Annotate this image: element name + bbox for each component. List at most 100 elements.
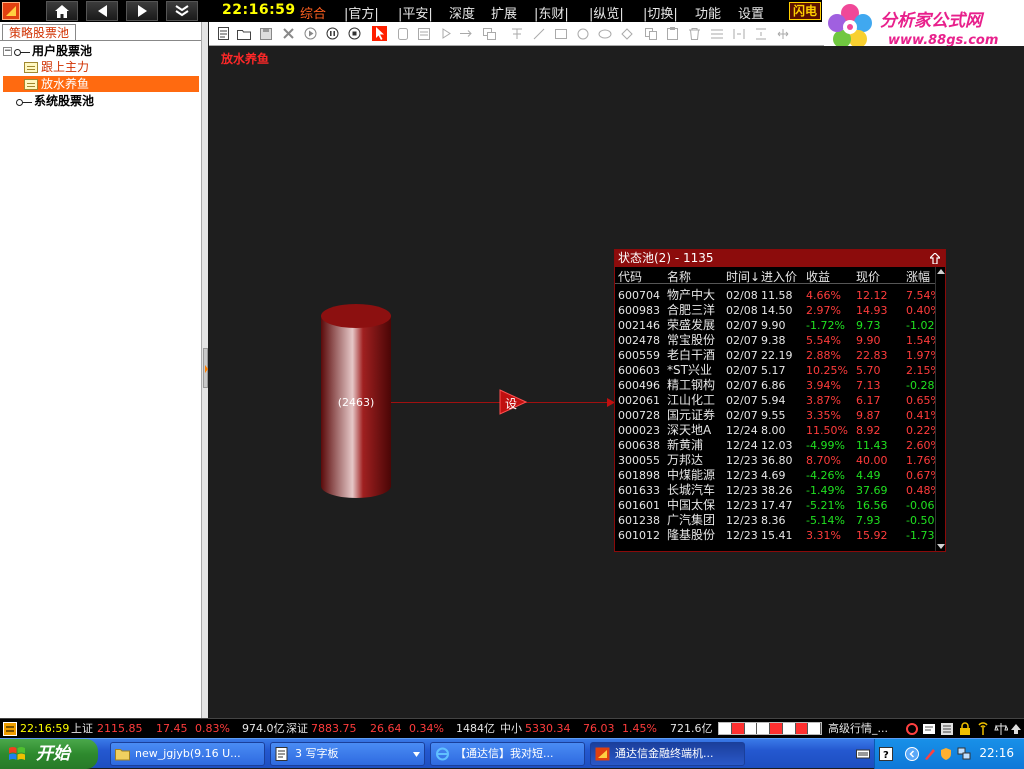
scroll-up-icon[interactable]: [937, 269, 945, 274]
scale-icon[interactable]: [994, 722, 1008, 736]
list-node-tool[interactable]: [416, 26, 431, 41]
refresh-icon[interactable]: [905, 722, 919, 736]
table-row[interactable]: 601012 隆基股份 12/2315.41 3.31% 15.92 -1.73%: [615, 528, 935, 543]
tree-item-user-pool[interactable]: − 用户股票池: [3, 43, 92, 59]
back-button[interactable]: [86, 1, 118, 21]
lock-icon[interactable]: [958, 722, 972, 736]
tab-strategy-pool[interactable]: 策略股票池: [2, 24, 77, 41]
app-icon[interactable]: [2, 2, 20, 20]
select-tool[interactable]: [372, 26, 387, 41]
message-icon[interactable]: [922, 722, 936, 736]
tree-item-system-pool[interactable]: 系统股票池: [16, 93, 94, 109]
advanced-quote-status[interactable]: 高级行情_...: [828, 719, 888, 738]
scroll-down-icon[interactable]: [937, 544, 945, 549]
home-button[interactable]: [46, 1, 78, 21]
note-icon[interactable]: [940, 722, 954, 736]
table-row[interactable]: 600638 新黄浦 12/2412.03 -4.99% 11.43 2.60%: [615, 438, 935, 453]
task-folder-window[interactable]: new_jgjyb(9.16 U...: [110, 742, 265, 766]
menu-item-settings[interactable]: 设置: [738, 3, 764, 22]
table-row[interactable]: 600496 精工钢构 02/076.86 3.94% 7.13 -0.28%: [615, 378, 935, 393]
table-row[interactable]: 002478 常宝股份 02/079.38 5.54% 9.90 1.54%: [615, 333, 935, 348]
antenna-icon[interactable]: [976, 722, 990, 736]
pause-tool[interactable]: [325, 26, 340, 41]
col-name[interactable]: 名称: [667, 268, 691, 285]
stop-tool[interactable]: [347, 26, 362, 41]
menu-item-dongcai[interactable]: |东财|: [534, 3, 569, 22]
table-row[interactable]: 600559 老白干酒 02/0722.19 2.88% 22.83 1.97%: [615, 348, 935, 363]
connector-tool[interactable]: [459, 26, 474, 41]
help-icon[interactable]: ?: [879, 747, 893, 761]
copy-tool[interactable]: [643, 26, 658, 41]
table-row[interactable]: 600704 物产中大 02/0811.58 4.66% 12.12 7.54%: [615, 288, 935, 303]
tree-item-follow-main[interactable]: 跟上主力: [24, 59, 89, 75]
play-tool[interactable]: [303, 26, 318, 41]
pool-scrollbar[interactable]: [935, 267, 945, 551]
forward-button[interactable]: [126, 1, 158, 21]
table-row[interactable]: 002146 荣盛发展 02/079.90 -1.72% 9.73 -1.02%: [615, 318, 935, 333]
task-tdx-browser[interactable]: 【通达信】我对短...: [430, 742, 585, 766]
rectangle-tool[interactable]: [553, 26, 568, 41]
tree-item-release-water[interactable]: 放水养鱼: [3, 76, 199, 92]
expand-button[interactable]: [166, 1, 198, 21]
shield-icon[interactable]: [939, 747, 953, 761]
resize-tool[interactable]: [775, 26, 790, 41]
table-row[interactable]: 601898 中煤能源 12/234.69 -4.26% 4.49 0.67%: [615, 468, 935, 483]
flash-button[interactable]: 闪电: [789, 2, 822, 20]
circle-tool[interactable]: [575, 26, 590, 41]
table-row[interactable]: 000728 国元证券 02/079.55 3.35% 9.87 0.41%: [615, 408, 935, 423]
pen-icon[interactable]: [923, 747, 937, 761]
menu-item-overview[interactable]: |纵览|: [589, 3, 624, 22]
trash-tool[interactable]: [687, 26, 702, 41]
table-row[interactable]: 600983 合肥三洋 02/0814.50 2.97% 14.93 0.40%: [615, 303, 935, 318]
splitter-grip[interactable]: [203, 348, 208, 388]
start-button[interactable]: 开始: [0, 739, 98, 769]
open-tool[interactable]: [236, 26, 251, 41]
rect-node-tool[interactable]: [395, 26, 410, 41]
diamond-icon: [620, 27, 633, 40]
menu-item-switch[interactable]: |切换|: [643, 3, 678, 22]
keyboard-icon[interactable]: [856, 747, 870, 761]
col-code[interactable]: 代码: [618, 268, 642, 285]
table-row[interactable]: 002061 江山化工 02/075.94 3.87% 6.17 0.65%: [615, 393, 935, 408]
network-icon[interactable]: [957, 747, 971, 761]
task-tdx-terminal[interactable]: 通达信金融终端机...: [590, 742, 745, 766]
col-entry-price[interactable]: 进入价: [761, 268, 797, 285]
chevron-left-icon[interactable]: [905, 747, 919, 761]
table-row[interactable]: 601238 广汽集团 12/238.36 -5.14% 7.93 -0.50%: [615, 513, 935, 528]
menu-item-official[interactable]: |官方|: [344, 3, 379, 22]
up-arrow-icon[interactable]: [1009, 722, 1023, 736]
paste-tool[interactable]: [665, 26, 680, 41]
collapse-toggle-icon[interactable]: −: [3, 47, 12, 56]
col-change[interactable]: 涨幅: [906, 268, 930, 285]
menu-icon[interactable]: [3, 722, 17, 736]
distribute-h-tool[interactable]: [731, 26, 746, 41]
col-time[interactable]: 时间↓: [726, 268, 760, 285]
arrow-node-tool[interactable]: [439, 26, 454, 41]
distribute-v-tool[interactable]: [753, 26, 768, 41]
menu-item-pingan[interactable]: |平安|: [398, 3, 433, 22]
delete-tool[interactable]: [281, 26, 296, 41]
table-row[interactable]: 000023 深天地A 12/248.00 11.50% 8.92 0.22%: [615, 423, 935, 438]
menu-item-extend[interactable]: 扩展: [491, 3, 517, 22]
new-file-tool[interactable]: [216, 26, 231, 41]
col-gain[interactable]: 收益: [806, 268, 830, 285]
pool-collapse-button[interactable]: [928, 251, 942, 265]
task-wordpad[interactable]: 3 写字板: [270, 742, 425, 766]
group-tool[interactable]: [482, 26, 497, 41]
menu-item-comprehensive[interactable]: 综合: [300, 3, 326, 22]
menu-item-depth[interactable]: 深度: [449, 3, 475, 22]
line-tool[interactable]: [531, 26, 546, 41]
table-row[interactable]: 601601 中国太保 12/2317.47 -5.21% 16.56 -0.06%: [615, 498, 935, 513]
pool-title-bar[interactable]: 状态池(2) - 1135: [615, 250, 945, 267]
panel-splitter[interactable]: [201, 22, 208, 718]
ellipse-tool[interactable]: [597, 26, 612, 41]
save-tool[interactable]: [258, 26, 273, 41]
col-current-price[interactable]: 现价: [856, 268, 880, 285]
table-row[interactable]: 601633 长城汽车 12/2338.26 -1.49% 37.69 0.48%: [615, 483, 935, 498]
align-tool[interactable]: [709, 26, 724, 41]
diamond-tool[interactable]: [619, 26, 634, 41]
menu-item-functions[interactable]: 功能: [695, 3, 721, 22]
table-row[interactable]: 300055 万邦达 12/2336.80 8.70% 40.00 1.76%: [615, 453, 935, 468]
branch-tool[interactable]: [509, 26, 524, 41]
table-row[interactable]: 600603 *ST兴业 02/075.17 10.25% 5.70 2.15%: [615, 363, 935, 378]
